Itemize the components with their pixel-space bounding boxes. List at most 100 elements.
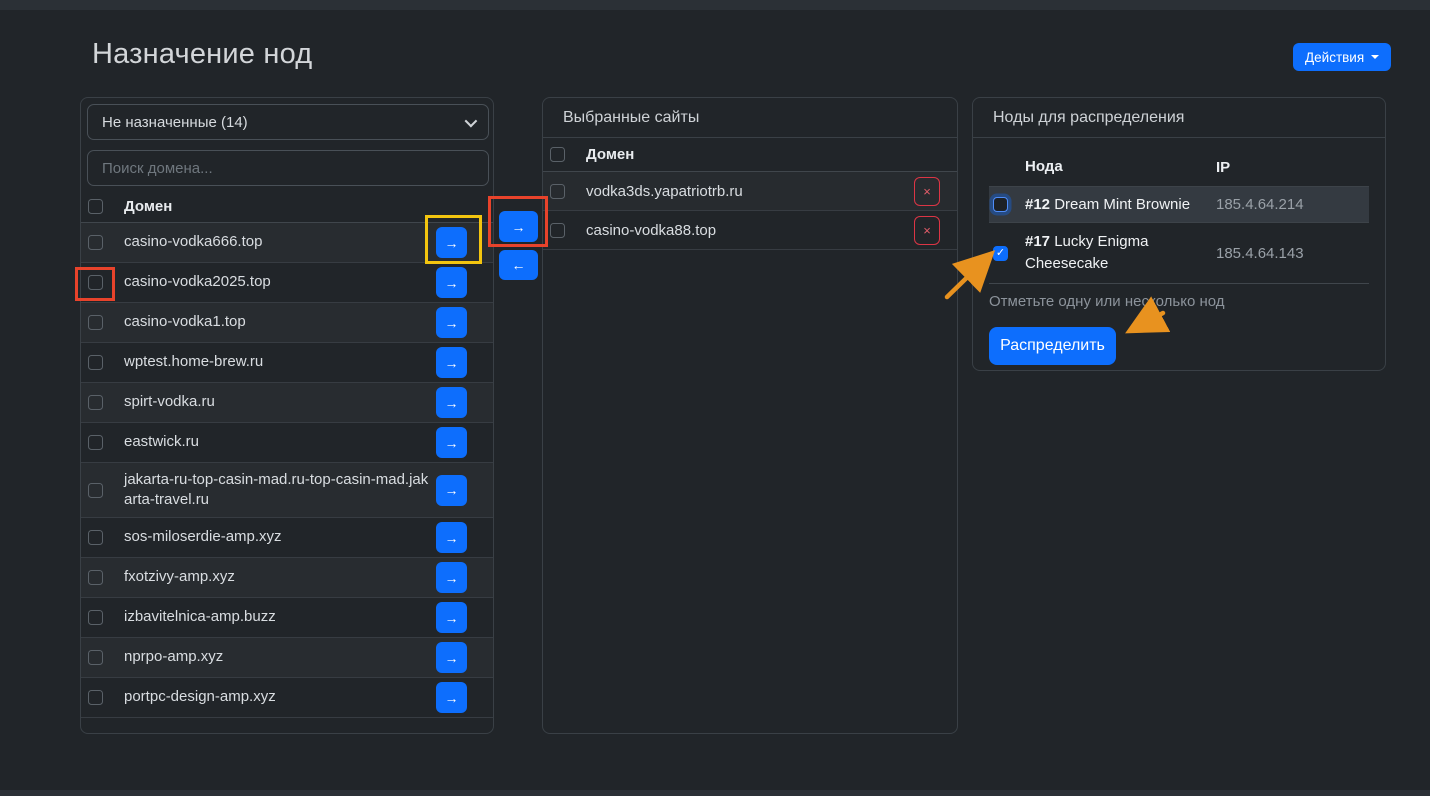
node-row: ✓ #17 Lucky Enigma Cheesecake 185.4.64.1…: [989, 223, 1369, 284]
arrow-left-icon: ←: [512, 257, 526, 273]
select-all-unassigned-checkbox[interactable]: [88, 199, 103, 214]
domain-name: izbavitelnica-amp.buzz: [124, 607, 436, 627]
arrow-right-icon: →: [445, 235, 459, 251]
move-domain-right-button[interactable]: →: [436, 602, 467, 633]
arrow-right-icon: →: [445, 482, 459, 498]
arrow-right-icon: →: [445, 610, 459, 626]
move-domain-right-button[interactable]: →: [436, 562, 467, 593]
arrow-right-icon: →: [445, 690, 459, 706]
domain-row: eastwick.ru →: [81, 423, 493, 463]
arrow-right-icon: →: [445, 275, 459, 291]
domain-checkbox[interactable]: [88, 483, 103, 498]
domain-checkbox[interactable]: [88, 650, 103, 665]
domain-row: jakarta-ru-top-casin-mad.ru-top-casin-ma…: [81, 463, 493, 518]
actions-dropdown-button[interactable]: Действия: [1293, 43, 1391, 71]
arrow-right-icon: →: [445, 355, 459, 371]
domain-name: fxotzivy-amp.xyz: [124, 567, 436, 587]
domain-name: portpc-design-amp.xyz: [124, 687, 436, 707]
arrow-right-icon: →: [445, 530, 459, 546]
actions-dropdown-label: Действия: [1305, 50, 1364, 65]
node-name: #12 Dream Mint Brownie: [1025, 194, 1216, 216]
domain-checkbox[interactable]: [88, 395, 103, 410]
select-all-selected-checkbox[interactable]: [550, 147, 565, 162]
move-domain-right-button[interactable]: →: [436, 642, 467, 673]
domain-name: nprpo-amp.xyz: [124, 647, 436, 667]
window-top-strip: [0, 0, 1430, 10]
domain-row: portpc-design-amp.xyz →: [81, 678, 493, 718]
arrow-right-icon: →: [445, 570, 459, 586]
site-name: casino-vodka88.top: [586, 222, 914, 239]
page-title: Назначение нод: [92, 38, 312, 71]
distribute-button[interactable]: Распределить: [989, 327, 1116, 365]
check-icon: ✓: [996, 248, 1005, 259]
site-name: vodka3ds.yapatriotrb.ru: [586, 183, 914, 200]
selected-site-row: casino-vodka88.top ×: [543, 211, 957, 250]
domain-row: casino-vodka1.top →: [81, 303, 493, 343]
node-ip: 185.4.64.143: [1216, 245, 1304, 262]
nodes-panel-body: Нода IP #12 Dream Mint Brownie 185.4.64.…: [973, 138, 1385, 381]
unassigned-domain-column-header: Домен: [124, 198, 172, 215]
move-domain-right-button[interactable]: →: [436, 475, 467, 506]
nodes-panel: Ноды для распределения Нода IP #12 Dream…: [972, 97, 1386, 371]
domain-row: casino-vodka666.top →: [81, 223, 493, 263]
arrow-right-icon: →: [445, 315, 459, 331]
domain-name: jakarta-ru-top-casin-mad.ru-top-casin-ma…: [124, 470, 436, 511]
domain-checkbox[interactable]: [88, 570, 103, 585]
domain-row: spirt-vodka.ru →: [81, 383, 493, 423]
domain-checkbox[interactable]: [88, 235, 103, 250]
site-checkbox[interactable]: [550, 223, 565, 238]
selected-sites-header: Выбранные сайты: [543, 98, 957, 138]
domain-name: casino-vodka2025.top: [124, 272, 436, 292]
domain-row: sos-miloserdie-amp.xyz →: [81, 518, 493, 558]
site-checkbox[interactable]: [550, 184, 565, 199]
move-domain-right-button[interactable]: →: [436, 267, 467, 298]
move-domain-right-button[interactable]: →: [436, 227, 467, 258]
domain-checkbox[interactable]: [88, 315, 103, 330]
domain-name: casino-vodka666.top: [124, 232, 436, 252]
domain-checkbox[interactable]: [88, 530, 103, 545]
domain-name: casino-vodka1.top: [124, 312, 436, 332]
move-domain-right-button[interactable]: →: [436, 307, 467, 338]
caret-down-icon: [1371, 55, 1379, 59]
domain-checkbox[interactable]: [88, 275, 103, 290]
remove-site-button[interactable]: ×: [914, 216, 940, 245]
nodes-panel-header: Ноды для распределения: [973, 98, 1385, 138]
move-domain-right-button[interactable]: →: [436, 427, 467, 458]
ip-column-header: IP: [1216, 159, 1230, 176]
remove-site-button[interactable]: ×: [914, 177, 940, 206]
chevron-down-icon: [465, 114, 478, 127]
unassigned-table-header: Домен: [81, 191, 493, 223]
domain-row: wptest.home-brew.ru →: [81, 343, 493, 383]
domain-name: wptest.home-brew.ru: [124, 352, 436, 372]
arrow-right-icon: →: [512, 219, 526, 235]
assignment-filter-value: Не назначенные (14): [102, 114, 248, 131]
domain-row: casino-vodka2025.top →: [81, 263, 493, 303]
domain-checkbox[interactable]: [88, 435, 103, 450]
move-domain-right-button[interactable]: →: [436, 522, 467, 553]
domain-name: eastwick.ru: [124, 432, 436, 452]
arrow-right-icon: →: [445, 395, 459, 411]
arrow-right-icon: →: [445, 650, 459, 666]
selected-sites-panel: Выбранные сайты Домен vodka3ds.yapatriot…: [542, 97, 958, 734]
domain-checkbox[interactable]: [88, 690, 103, 705]
domain-checkbox[interactable]: [88, 610, 103, 625]
domain-row: izbavitelnica-amp.buzz →: [81, 598, 493, 638]
node-column-header: Нода: [1025, 156, 1216, 178]
arrow-right-icon: →: [445, 435, 459, 451]
move-domain-right-button[interactable]: →: [436, 682, 467, 713]
domain-search-input[interactable]: [102, 160, 474, 177]
node-row: #12 Dream Mint Brownie 185.4.64.214: [989, 186, 1369, 223]
move-domain-right-button[interactable]: →: [436, 347, 467, 378]
transfer-selected-right-button[interactable]: →: [499, 211, 538, 242]
node-checkbox[interactable]: ✓: [993, 246, 1008, 261]
domain-row: fxotzivy-amp.xyz →: [81, 558, 493, 598]
domain-checkbox[interactable]: [88, 355, 103, 370]
domain-row: nprpo-amp.xyz →: [81, 638, 493, 678]
selected-domain-column-header: Домен: [586, 146, 634, 163]
node-checkbox[interactable]: [993, 197, 1008, 212]
move-domain-right-button[interactable]: →: [436, 387, 467, 418]
close-icon: ×: [923, 223, 931, 238]
assignment-filter-select[interactable]: Не назначенные (14): [87, 104, 489, 140]
transfer-selected-left-button[interactable]: ←: [499, 250, 538, 280]
node-ip: 185.4.64.214: [1216, 196, 1304, 213]
